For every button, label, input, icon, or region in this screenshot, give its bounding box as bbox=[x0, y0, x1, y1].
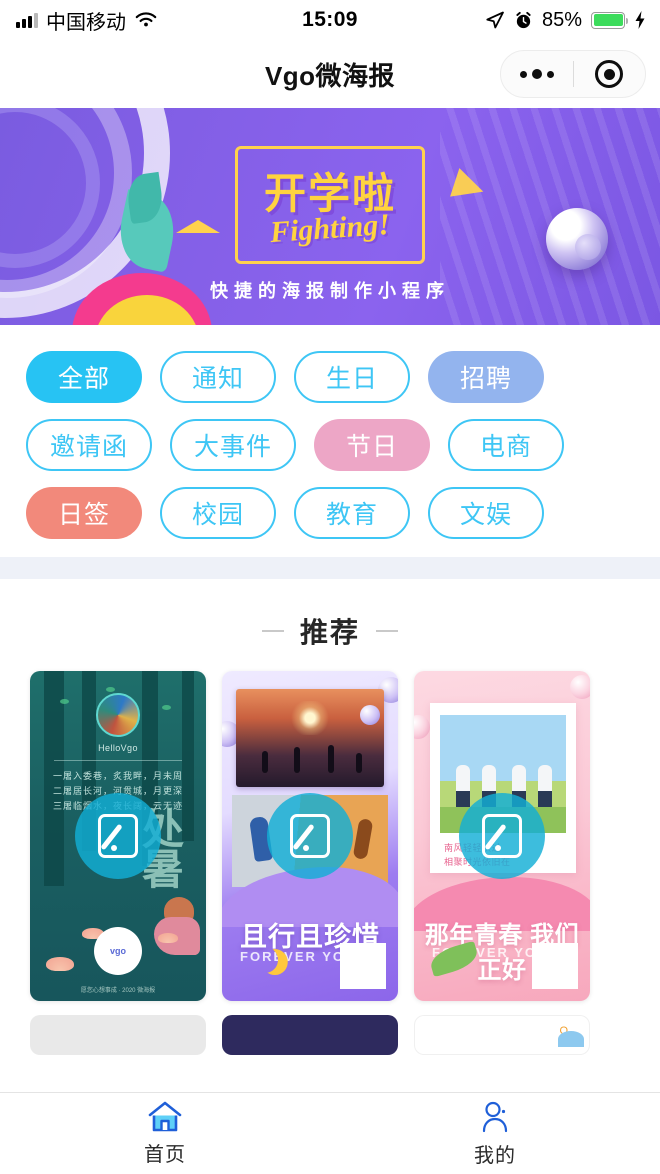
more-dots-icon bbox=[519, 69, 554, 79]
banner-stripes-decoration bbox=[440, 108, 660, 325]
qr-code-icon bbox=[340, 943, 386, 989]
poster-card[interactable]: 且行且珍惜 FOREVER YOUNG bbox=[222, 671, 398, 1001]
header-rule-right bbox=[376, 630, 398, 632]
category-tag-label: 校园 bbox=[191, 501, 244, 529]
battery-icon bbox=[591, 11, 628, 29]
poster-card-partial[interactable] bbox=[30, 1015, 206, 1055]
category-tag-9[interactable]: 校园 bbox=[160, 487, 276, 539]
poster-photo bbox=[236, 689, 384, 787]
partial-decoration bbox=[558, 1031, 584, 1047]
charging-bolt-icon bbox=[635, 11, 645, 29]
poster-footer: 愿您心想事成 · 2020 微海报 bbox=[80, 988, 156, 994]
category-tag-label: 邀请函 bbox=[50, 433, 129, 461]
sphere-decoration bbox=[360, 705, 380, 725]
girl-illustration bbox=[148, 897, 200, 963]
lotus-decoration bbox=[158, 933, 178, 943]
target-circle-icon bbox=[595, 60, 624, 88]
alarm-clock-icon bbox=[516, 11, 531, 28]
status-bar-left: 中国移动 bbox=[16, 6, 158, 35]
banner-tagline: 快捷的海报制作小程序 bbox=[210, 281, 450, 301]
category-filter-list: 全部 通知 生日 招聘邀请函 大事件 节日 电商日签 校园 教育 文娱 bbox=[0, 325, 660, 557]
wechat-capsule[interactable] bbox=[500, 50, 646, 98]
poster-card[interactable]: HelloVgo 一屠入委巷，炙我畔，月未周 二屠居长河，河贯城，月更深 三屠临… bbox=[30, 671, 206, 1001]
category-tag-label: 电商 bbox=[480, 433, 533, 461]
signal-bars-icon bbox=[16, 12, 38, 28]
edit-pencil-icon[interactable] bbox=[459, 793, 545, 879]
category-tag-1[interactable]: 通知 bbox=[160, 351, 276, 403]
poster-grid-next-row: O bbox=[0, 1001, 660, 1055]
category-tag-6[interactable]: 节日 bbox=[314, 419, 431, 471]
user-icon bbox=[478, 1100, 512, 1134]
category-tag-4[interactable]: 邀请函 bbox=[26, 419, 153, 471]
category-tag-label: 教育 bbox=[325, 501, 378, 529]
lotus-decoration bbox=[46, 957, 74, 971]
category-tag-2[interactable]: 生日 bbox=[294, 351, 410, 403]
poster-card-partial[interactable]: O bbox=[414, 1015, 590, 1055]
graduation-cap-icon bbox=[176, 220, 220, 233]
leaf-decoration bbox=[106, 687, 115, 692]
category-tag-7[interactable]: 电商 bbox=[448, 419, 565, 471]
carrier-label: 中国移动 bbox=[46, 11, 126, 34]
poster-card[interactable]: 南风轻轻吹过 相聚时光依旧在 那年青春 我们正好 FOREVER YOUNG bbox=[414, 671, 590, 1001]
category-tag-11[interactable]: 文娱 bbox=[428, 487, 544, 539]
navigation-bar: Vgo微海报 bbox=[0, 40, 660, 108]
location-arrow-icon bbox=[486, 11, 504, 29]
category-tag-label: 通知 bbox=[191, 365, 244, 393]
status-bar: 中国移动 15:09 85% bbox=[0, 0, 660, 40]
edit-pencil-icon[interactable] bbox=[267, 793, 353, 879]
category-tag-label: 招聘 bbox=[459, 365, 512, 393]
leaf-decoration bbox=[162, 705, 171, 710]
category-tag-label: 文娱 bbox=[459, 501, 512, 529]
tab-home[interactable]: 首页 bbox=[0, 1093, 330, 1174]
status-bar-right: 85% bbox=[485, 0, 646, 40]
category-tag-8[interactable]: 日签 bbox=[26, 487, 142, 539]
qr-code-icon: vgo bbox=[94, 927, 142, 975]
category-tag-0[interactable]: 全部 bbox=[26, 351, 142, 403]
wifi-icon bbox=[135, 12, 157, 27]
tab-profile-label: 我的 bbox=[474, 1144, 516, 1167]
category-tag-label: 全部 bbox=[57, 365, 110, 393]
section-divider bbox=[0, 557, 660, 579]
close-miniprogram-button[interactable] bbox=[574, 60, 646, 88]
qr-code-icon bbox=[532, 943, 578, 989]
category-tag-label: 日签 bbox=[57, 501, 110, 529]
category-tag-label: 节日 bbox=[346, 433, 399, 461]
avatar bbox=[96, 693, 140, 737]
leaf-decoration bbox=[60, 699, 69, 704]
poster-handle: HelloVgo bbox=[98, 743, 138, 753]
category-tag-3[interactable]: 招聘 bbox=[428, 351, 544, 403]
recommend-title: 推荐 bbox=[299, 617, 360, 648]
home-icon bbox=[147, 1100, 183, 1133]
edit-pencil-icon[interactable] bbox=[75, 793, 161, 879]
sphere-decoration bbox=[414, 715, 430, 739]
tab-profile[interactable]: 我的 bbox=[330, 1093, 660, 1174]
poster-rule bbox=[54, 760, 182, 761]
poster-grid: HelloVgo 一屠入委巷，炙我畔，月未周 二屠居长河，河贯城，月更深 三屠临… bbox=[0, 671, 660, 1001]
category-tag-label: 生日 bbox=[325, 365, 378, 393]
bottom-tab-bar: 首页 我的 bbox=[0, 1092, 660, 1174]
recommend-section-header: 推荐 bbox=[0, 579, 660, 671]
category-tag-10[interactable]: 教育 bbox=[294, 487, 410, 539]
more-menu-button[interactable] bbox=[501, 69, 573, 79]
tab-home-label: 首页 bbox=[144, 1144, 186, 1166]
battery-percent-label: 85% bbox=[541, 8, 582, 31]
page-title: Vgo微海报 bbox=[264, 60, 396, 91]
sphere-decoration bbox=[570, 675, 590, 699]
poster-card-partial[interactable] bbox=[222, 1015, 398, 1055]
promo-banner[interactable]: 开学啦 Fighting! 快捷的海报制作小程序 bbox=[0, 108, 660, 325]
category-tag-5[interactable]: 大事件 bbox=[170, 419, 297, 471]
header-rule-left bbox=[261, 630, 284, 632]
banner-sphere-decoration bbox=[546, 208, 608, 270]
category-tag-label: 大事件 bbox=[194, 433, 273, 461]
